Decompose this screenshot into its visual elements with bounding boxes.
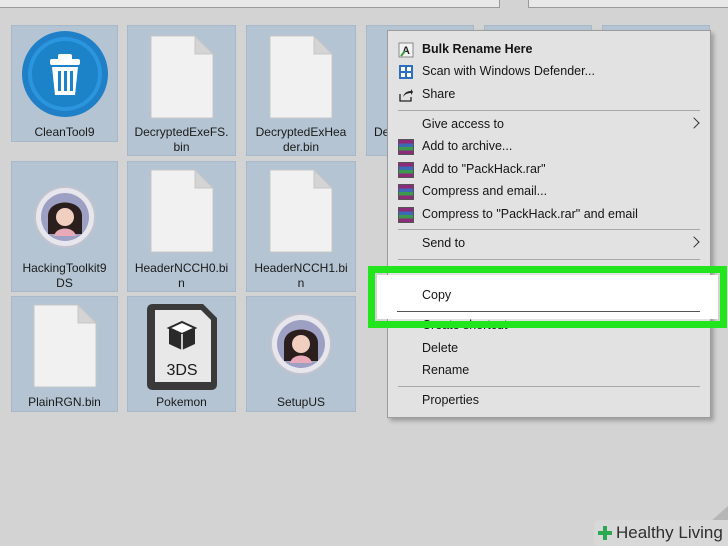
menu-item-label: Delete xyxy=(422,341,459,355)
file-tile-decryptedexheader[interactable]: DecryptedExHea der.bin xyxy=(246,25,356,156)
file-name: DecryptedExHea der.bin xyxy=(255,125,347,154)
menu-item-delete[interactable]: Delete xyxy=(388,338,710,360)
share-icon xyxy=(399,89,413,102)
file-tile-setupus[interactable]: SetupUS xyxy=(246,296,356,412)
copy-highlight-box xyxy=(368,266,727,328)
file-tile-headerncch0[interactable]: HeaderNCCH0.bi n xyxy=(127,161,236,292)
watermark-text: Healthy Living xyxy=(616,523,723,542)
menu-item-label: Compress and email... xyxy=(422,184,548,198)
anime-avatar-icon xyxy=(270,313,332,375)
file-tile-headerncch1[interactable]: HeaderNCCH1.bi n xyxy=(246,161,356,292)
windows-defender-icon xyxy=(399,65,413,79)
context-menu: A Bulk Rename Here Scan with Windows Def… xyxy=(387,30,711,418)
menu-item-add-packhack[interactable]: Add to "PackHack.rar" xyxy=(388,159,710,181)
menu-item-label: Add to archive... xyxy=(422,139,513,153)
menu-item-give-access[interactable]: Give access to xyxy=(388,114,710,136)
menu-item-label: Compress to "PackHack.rar" and email xyxy=(422,207,638,221)
menu-item-label: Bulk Rename Here xyxy=(422,42,533,56)
blank-file-icon xyxy=(150,34,214,119)
file-name: HeaderNCCH1.bi n xyxy=(254,261,348,290)
menu-item-send-to[interactable]: Send to xyxy=(388,233,710,255)
menu-item-label: Rename xyxy=(422,363,470,377)
menu-item-label: Give access to xyxy=(422,117,504,131)
bulk-rename-icon: A xyxy=(398,42,414,58)
svg-text:A: A xyxy=(402,45,410,57)
plus-icon xyxy=(598,526,612,540)
watermark: Healthy Living xyxy=(594,520,728,546)
submenu-arrow-icon xyxy=(688,236,700,248)
3ds-file-icon: 3DS xyxy=(146,304,217,390)
winrar-icon xyxy=(398,207,414,223)
file-name: SetupUS xyxy=(276,395,326,409)
menu-item-scan-defender[interactable]: Scan with Windows Defender... xyxy=(388,61,710,83)
menu-item-label: Properties xyxy=(422,393,479,407)
file-name: HeaderNCCH0.bi n xyxy=(134,261,229,290)
menu-item-compress-email[interactable]: Compress and email... xyxy=(388,181,710,203)
menu-separator xyxy=(398,229,700,230)
file-name: Pokemon xyxy=(156,395,207,409)
menu-item-share[interactable]: Share xyxy=(388,84,710,106)
file-name: DecryptedExeFS. bin xyxy=(134,125,229,154)
menu-item-compress-packhack-email[interactable]: Compress to "PackHack.rar" and email xyxy=(388,204,710,226)
file-tile-plainrgn[interactable]: PlainRGN.bin xyxy=(11,296,118,412)
3ds-icon-text: 3DS xyxy=(166,362,197,379)
menu-item-add-archive[interactable]: Add to archive... xyxy=(388,136,710,158)
menu-item-properties[interactable]: Properties xyxy=(388,390,710,412)
blank-file-icon xyxy=(269,168,334,253)
search-box[interactable] xyxy=(528,0,728,8)
file-tile-cleantool9[interactable]: CleanTool9 xyxy=(11,25,118,142)
menu-item-label: Send to xyxy=(422,236,466,250)
file-name: CleanTool9 xyxy=(34,125,95,139)
menu-item-label: Add to "PackHack.rar" xyxy=(422,162,546,176)
anime-avatar-icon xyxy=(33,186,96,248)
blank-file-icon xyxy=(269,34,334,119)
menu-item-rename[interactable]: Rename xyxy=(388,360,710,382)
winrar-icon xyxy=(398,184,414,200)
winrar-icon xyxy=(398,162,414,178)
recycle-bin-icon xyxy=(21,31,108,117)
submenu-arrow-icon xyxy=(688,117,700,129)
file-tile-hackingtoolkit9ds[interactable]: HackingToolkit9 DS xyxy=(11,161,118,292)
menu-item-label: Scan with Windows Defender... xyxy=(422,64,595,78)
winrar-icon xyxy=(398,139,414,155)
menu-separator xyxy=(398,259,700,260)
file-name: HackingToolkit9 DS xyxy=(22,261,107,290)
menu-item-bulk-rename[interactable]: A Bulk Rename Here xyxy=(388,39,710,61)
file-tile-decryptedexefs[interactable]: DecryptedExeFS. bin xyxy=(127,25,236,156)
menu-separator xyxy=(398,110,700,111)
blank-file-icon xyxy=(150,168,214,253)
file-tile-pokemon[interactable]: 3DS Pokemon xyxy=(127,296,236,412)
file-name: PlainRGN.bin xyxy=(28,395,101,409)
menu-separator xyxy=(398,386,700,387)
address-bar[interactable] xyxy=(0,0,500,8)
blank-file-icon xyxy=(33,303,97,388)
menu-item-label: Share xyxy=(422,87,456,101)
